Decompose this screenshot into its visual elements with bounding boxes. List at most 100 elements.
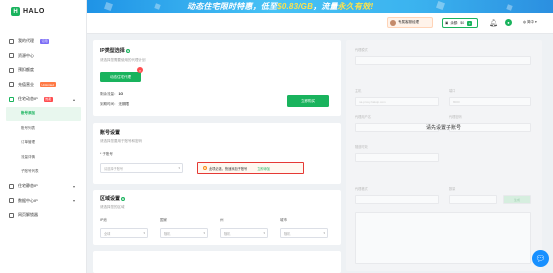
buy-now-button[interactable]: 立即购买 (287, 95, 329, 107)
chevron-down-icon: ▾ (178, 166, 180, 170)
bell-icon[interactable]: 🔔︎ (489, 19, 498, 27)
panel-title: 区域设置? (100, 196, 126, 202)
ip-pool-label: IP池 (100, 218, 107, 222)
logo[interactable]: H HALO (11, 7, 45, 16)
state-label: 州 (220, 218, 224, 222)
remaining-traffic: 剩余流量： 1G (100, 92, 124, 96)
static-ip-icon (9, 183, 14, 189)
sidebar-item-residential-dynamic[interactable]: 住宅动态IP 热卖 ▴ (0, 92, 87, 107)
chevron-down-icon: ▾ (72, 183, 75, 189)
sidebar-badge: 热卖 (43, 96, 53, 102)
proxy-password-label: 代理密码 (449, 115, 462, 119)
sidebar: H HALO 我的代理 订阅 资源中心 预扣额度 充值营业 Unlimited … (0, 0, 87, 273)
set-subaccount-message: 请先设置子账号 (426, 125, 462, 131)
country-label: 国家 (160, 218, 167, 222)
sidebar-item-resource-center[interactable]: 资源中心 (0, 49, 87, 64)
server-icon (9, 198, 14, 204)
info-icon[interactable]: ? (121, 196, 126, 201)
balance-display[interactable]: ▣ 余额: $0 + (442, 18, 478, 28)
proxy-format-input (355, 195, 439, 204)
add-now-link[interactable]: 立即添加 (257, 166, 270, 171)
state-select[interactable]: 随机 ▾ (220, 228, 268, 238)
panel-title: IP类型选择? (100, 48, 130, 54)
chevron-up-icon: ▴ (72, 96, 75, 102)
logo-text: HALO (23, 8, 45, 15)
globe-icon: ◍ (523, 20, 527, 24)
balance-label: 余额: (450, 20, 459, 25)
ip-type-panel: IP类型选择? 请选择您需要使用的代理计划 动态住宅代理 × 剩余流量： 1G … (93, 40, 341, 116)
sidebar-badge: Unlimited (40, 82, 56, 88)
sidebar-item-label: 资源中心 (18, 52, 34, 58)
proxy-icon (9, 38, 14, 44)
proxy-format-label: 代理格式 (355, 187, 368, 191)
sidebar-item-label: 住宅静态IP (18, 183, 38, 189)
wallet-icon: ▣ (445, 21, 449, 25)
panel-subtitle: 请选择您要用于账号和密码 (100, 139, 142, 143)
unlock-icon (9, 212, 14, 218)
remove-badge-icon[interactable]: × (137, 67, 143, 73)
country-select[interactable]: 随机 ▾ (160, 228, 208, 238)
ip-pool-select[interactable]: 全球 ▾ (100, 228, 148, 238)
sidebar-item-prepaid[interactable]: 预扣额度 (0, 63, 87, 78)
cube-decoration (436, 1, 445, 10)
chat-support-button[interactable]: 💬︎ (532, 250, 549, 267)
sidebar-subitem-traffic[interactable]: 流量详情 (0, 150, 87, 165)
generate-button: 生成 (503, 195, 531, 204)
sidebar-subitem-account-list[interactable]: 账号列表 (0, 121, 87, 136)
add-balance-icon[interactable]: + (467, 20, 473, 26)
panel-subtitle: 请选择您的区域 (100, 205, 125, 209)
chevron-down-icon: ▾ (323, 231, 325, 235)
city-label: 城市 (280, 218, 287, 222)
sidebar-item-label: 我的代理 (18, 38, 34, 44)
sidebar-subitem-subaccounts[interactable]: 子账号列表 (0, 165, 87, 180)
subaccount-select[interactable]: 请选择子账号 ▾ (100, 163, 183, 173)
sidebar-item-datacenter[interactable]: 数据中心IP ▾ (0, 194, 87, 209)
chat-icon: 💬︎ (535, 254, 546, 263)
chevron-down-icon: ▾ (143, 231, 145, 235)
language-selector[interactable]: ◍ 简中 ▾ (523, 20, 537, 25)
port-label: 端口 (449, 89, 456, 93)
logo-mark-icon: H (11, 7, 20, 16)
balance-value: $0 (460, 21, 465, 25)
account-settings-panel: 账号设置 请选择您要用于账号和密码 * 子账号 请选择子账号 ▾ ! 此项必选，快… (93, 123, 341, 184)
sidebar-subitem-add-account[interactable]: 账号添加 (6, 106, 81, 121)
sidebar-subitem-orders[interactable]: 订单管理 (0, 136, 87, 151)
cube-decoration (506, 4, 513, 11)
wallet-icon (9, 67, 14, 73)
quantity-input (449, 195, 497, 204)
panel-subtitle: 请选择您需要使用的代理计划 (100, 58, 146, 62)
sidebar-item-recharge[interactable]: 充值营业 Unlimited (0, 78, 87, 93)
warning-icon: ! (203, 166, 207, 170)
sidebar-item-label: 预扣额度 (18, 67, 34, 73)
subaccount-label: * 子账号 (100, 152, 113, 156)
user-avatar[interactable]: ● (505, 19, 512, 26)
service-avatar (390, 19, 396, 26)
sidebar-item-label: 网页解锁器 (18, 212, 38, 218)
plan-dynamic-residential-button[interactable]: 动态住宅代理 (100, 72, 141, 82)
expire-time: 到期时间： 无期限 (100, 102, 129, 106)
sidebar-item-residential-static[interactable]: 住宅静态IP ▾ (0, 179, 87, 194)
sidebar-item-label: 充值营业 (18, 81, 34, 87)
sidebar-item-web-unlocker[interactable]: 网页解锁器 (0, 208, 87, 223)
subaccount-alert: ! 此项必选，快速添加子账号 立即添加 (197, 162, 304, 174)
session-label: 隧道时效 (355, 145, 368, 149)
output-textarea (355, 212, 531, 264)
port-input: 8000 (449, 97, 531, 106)
proxy-output-panel: 代理模式 主机 na.proxy.haloip.com 端口 8000 代理用户… (346, 40, 542, 271)
panel-title: 账号设置 (100, 130, 121, 136)
info-icon[interactable]: ? (125, 48, 130, 53)
sidebar-item-my-proxy[interactable]: 我的代理 订阅 (0, 34, 87, 49)
banner-text: 动态住宅限时特惠，低至$0.83/GB，流量永久有效! (187, 2, 374, 11)
region-settings-panel: 区域设置? 请选择您的区域 IP池 全球 ▾ 国家 随机 ▾ 州 随机 ▾ 城市 随机… (93, 190, 341, 245)
quantity-label: 数量 (449, 187, 456, 191)
city-select[interactable]: 随机 ▾ (280, 228, 328, 238)
extra-panel (93, 251, 341, 273)
host-input: na.proxy.haloip.com (355, 97, 439, 106)
top-header: 专属客服经理 ▣ 余额: $0 + 🔔︎ ● ◍ 简中 ▾ (87, 13, 553, 34)
sidebar-nav: 我的代理 订阅 资源中心 预扣额度 充值营业 Unlimited 住宅动态IP … (0, 34, 87, 223)
service-manager-button[interactable]: 专属客服经理 (387, 17, 433, 28)
promo-banner[interactable]: 动态住宅限时特惠，低至$0.83/GB，流量永久有效! (87, 0, 553, 13)
cube-decoration (154, 3, 161, 10)
chevron-down-icon: ▾ (72, 198, 75, 204)
sidebar-item-label: 住宅动态IP (18, 96, 38, 102)
